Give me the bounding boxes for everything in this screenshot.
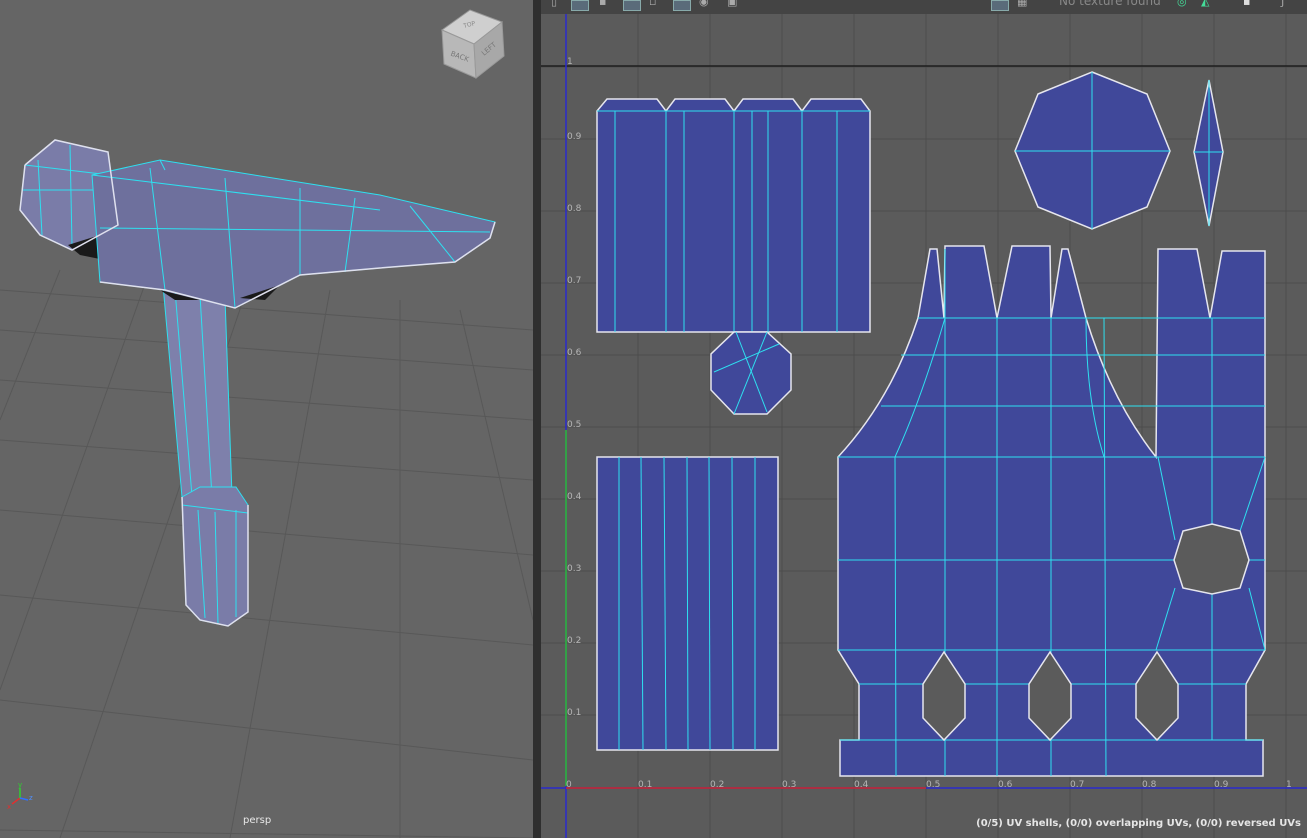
tick-y-0.7: 0.7 <box>567 276 581 286</box>
hammer-mesh[interactable] <box>19 139 496 627</box>
tick-y-0.8: 0.8 <box>567 204 582 214</box>
tick-y-0.5: 0.5 <box>567 420 581 430</box>
tick-y-0.3: 0.3 <box>567 564 581 574</box>
axis-y-label: y <box>18 781 22 789</box>
tick-x-0.1: 0.1 <box>638 780 652 790</box>
view-cube[interactable]: BACK LEFT TOP <box>440 9 505 79</box>
tick-y-0.6: 0.6 <box>567 348 582 358</box>
tick-x-0.3: 0.3 <box>782 780 796 790</box>
tick-y-0.2: 0.2 <box>567 636 581 646</box>
tick-x-0.2: 0.2 <box>710 780 724 790</box>
camera-label: persp <box>243 815 272 826</box>
axis-x-label: x <box>7 803 11 811</box>
ground-grid <box>0 269 533 838</box>
panel-divider[interactable] <box>533 0 541 838</box>
tick-x-1: 1 <box>1286 780 1292 790</box>
tick-x-0.5: 0.5 <box>926 780 940 790</box>
uv-shell-2[interactable] <box>1014 71 1171 230</box>
uv-canvas[interactable]: 0 0.1 0.2 0.3 0.4 0.5 0.6 0.7 0.8 0.9 1 … <box>541 0 1307 838</box>
hammer-grip[interactable] <box>181 486 249 627</box>
uv-shell-3[interactable] <box>1193 79 1224 227</box>
tick-x-0.7: 0.7 <box>1070 780 1084 790</box>
tick-x-0.9: 0.9 <box>1214 780 1229 790</box>
tick-y-1: 1 <box>567 57 573 67</box>
uv-shell-4[interactable] <box>596 456 779 751</box>
axis-gizmo: x y z <box>7 781 33 811</box>
perspective-viewport[interactable]: BACK LEFT TOP x y z persp <box>0 0 533 838</box>
axis-z-label: z <box>29 794 33 802</box>
tick-x-0.6: 0.6 <box>998 780 1013 790</box>
uv-shell-5[interactable] <box>837 245 1266 777</box>
tick-x-0: 0 <box>566 780 572 790</box>
tick-x-0.8: 0.8 <box>1142 780 1157 790</box>
tick-x-0.4: 0.4 <box>854 780 869 790</box>
tick-y-0.9: 0.9 <box>567 132 582 142</box>
uv-status-bar: (0/5) UV shells, (0/0) overlapping UVs, … <box>976 818 1301 829</box>
tick-y-0.1: 0.1 <box>567 708 581 718</box>
uv-editor[interactable]: ▯ ▪ ▫ ◉ ▣ ▦ No texture found ◎ ◭ ▪ ƒ 0 0… <box>541 0 1307 838</box>
tick-y-0.4: 0.4 <box>567 492 582 502</box>
hammer-handle[interactable] <box>162 284 233 498</box>
viewport-canvas[interactable]: BACK LEFT TOP x y z <box>0 0 533 838</box>
